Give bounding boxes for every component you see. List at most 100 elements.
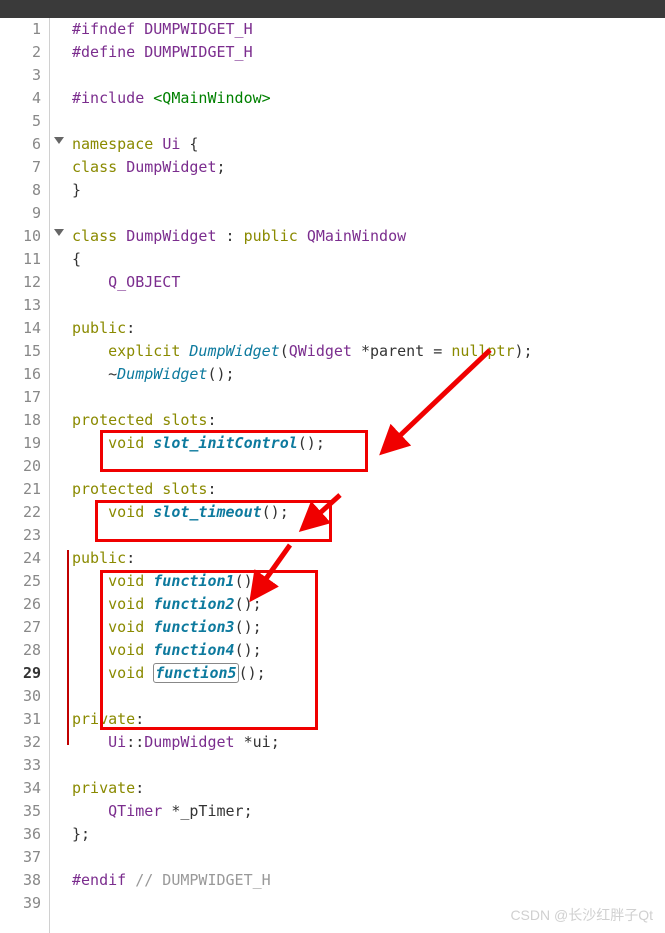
line-number: 1 [0,18,41,41]
line-number: 15 [0,340,41,363]
fold-cell [50,501,68,524]
change-bar [67,550,69,745]
code-line[interactable] [72,524,665,547]
fold-cell [50,363,68,386]
line-number: 34 [0,777,41,800]
code-line[interactable]: private: [72,708,665,731]
code-line[interactable]: class DumpWidget; [72,156,665,179]
fold-cell [50,110,68,133]
code-line[interactable]: class DumpWidget : public QMainWindow [72,225,665,248]
fold-icon[interactable] [54,137,64,144]
line-number: 23 [0,524,41,547]
code-line[interactable]: QTimer *_pTimer; [72,800,665,823]
code-line[interactable]: #define DUMPWIDGET_H [72,41,665,64]
line-number: 16 [0,363,41,386]
line-gutter: 1234567891011121314151617181920212223242… [0,18,50,933]
line-number: 9 [0,202,41,225]
code-line[interactable]: Ui::DumpWidget *ui; [72,731,665,754]
fold-cell[interactable] [50,225,68,248]
fold-cell [50,179,68,202]
code-line[interactable]: Q_OBJECT [72,271,665,294]
arrow-icon [370,330,510,465]
fold-cell [50,41,68,64]
line-number: 29 [0,662,41,685]
code-line[interactable]: void function2(); [72,593,665,616]
code-line[interactable]: explicit DumpWidget(QWidget *parent = nu… [72,340,665,363]
line-number: 8 [0,179,41,202]
code-line[interactable] [72,64,665,87]
code-line[interactable]: public: [72,547,665,570]
line-number: 24 [0,547,41,570]
fold-cell [50,777,68,800]
code-line[interactable] [72,685,665,708]
fold-cell [50,18,68,41]
line-number: 18 [0,409,41,432]
code-line[interactable]: #endif // DUMPWIDGET_H [72,869,665,892]
code-line[interactable]: protected slots: [72,478,665,501]
code-line[interactable] [72,202,665,225]
arrow-icon [238,525,310,610]
fold-cell [50,593,68,616]
code-line[interactable] [72,294,665,317]
watermark: CSDN @长沙红胖子Qt [510,905,653,925]
fold-cell[interactable] [50,133,68,156]
code-line[interactable]: void function3(); [72,616,665,639]
code-line[interactable] [72,110,665,133]
fold-cell [50,409,68,432]
fold-cell [50,455,68,478]
line-number: 11 [0,248,41,271]
code-line[interactable]: void function5(); [72,662,665,685]
fold-cell [50,708,68,731]
line-number: 3 [0,64,41,87]
line-number: 31 [0,708,41,731]
line-number: 5 [0,110,41,133]
fold-cell [50,800,68,823]
fold-cell [50,317,68,340]
fold-cell [50,869,68,892]
code-line[interactable]: void function4(); [72,639,665,662]
code-line[interactable]: #include <QMainWindow> [72,87,665,110]
fold-cell [50,754,68,777]
code-line[interactable]: void function1(); [72,570,665,593]
code-area[interactable]: #ifndef DUMPWIDGET_H#define DUMPWIDGET_H… [68,18,665,933]
code-line[interactable]: public: [72,317,665,340]
line-number: 36 [0,823,41,846]
fold-cell [50,547,68,570]
line-number: 26 [0,593,41,616]
fold-cell [50,156,68,179]
code-line[interactable] [72,386,665,409]
code-line[interactable]: namespace Ui { [72,133,665,156]
line-number: 32 [0,731,41,754]
code-line[interactable]: ~DumpWidget(); [72,363,665,386]
code-line[interactable]: }; [72,823,665,846]
line-number: 12 [0,271,41,294]
code-line[interactable] [72,754,665,777]
fold-cell [50,432,68,455]
line-number: 4 [0,87,41,110]
fold-icon[interactable] [54,229,64,236]
code-line[interactable]: #ifndef DUMPWIDGET_H [72,18,665,41]
fold-cell [50,87,68,110]
line-number: 2 [0,41,41,64]
code-line[interactable]: void slot_timeout(); [72,501,665,524]
line-number: 25 [0,570,41,593]
line-number: 20 [0,455,41,478]
code-line[interactable]: } [72,179,665,202]
line-number: 6 [0,133,41,156]
code-line[interactable] [72,846,665,869]
line-number: 22 [0,501,41,524]
code-line[interactable]: { [72,248,665,271]
fold-column [50,18,68,933]
line-number: 7 [0,156,41,179]
code-line[interactable]: void slot_initControl(); [72,432,665,455]
line-number: 21 [0,478,41,501]
code-line[interactable]: protected slots: [72,409,665,432]
fold-cell [50,731,68,754]
line-number: 27 [0,616,41,639]
fold-cell [50,892,68,915]
code-line[interactable] [72,455,665,478]
fold-cell [50,616,68,639]
fold-cell [50,294,68,317]
line-number: 35 [0,800,41,823]
code-line[interactable]: private: [72,777,665,800]
